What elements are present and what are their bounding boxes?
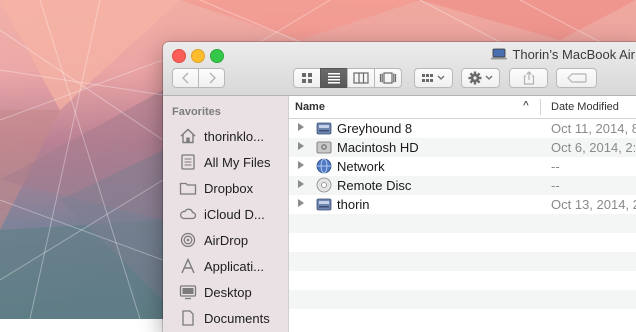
file-rows: Greyhound 8 Oct 11, 2014, 8 Macintosh HD… <box>289 119 636 309</box>
file-name: Macintosh HD <box>337 140 419 155</box>
name-column-header[interactable]: Name <box>295 101 325 113</box>
disclosure-triangle-icon[interactable] <box>298 161 304 169</box>
back-button[interactable] <box>172 68 199 88</box>
columns-icon <box>353 72 369 84</box>
table-row[interactable]: Macintosh HD Oct 6, 2014, 2: <box>289 138 636 157</box>
arrange-button[interactable] <box>414 68 453 88</box>
file-list: Name ^ Date Modified Greyhound 8 Oct 11,… <box>289 96 636 332</box>
sort-ascending-icon: ^ <box>523 100 529 111</box>
sidebar-item-label: Dropbox <box>204 180 254 196</box>
coverflow-icon <box>379 72 397 84</box>
file-name: thorin <box>337 197 370 212</box>
sidebar-item-label: All My Files <box>204 154 271 170</box>
applications-icon <box>181 258 195 274</box>
column-header: Name ^ Date Modified <box>289 96 636 119</box>
file-name: Greyhound 8 <box>337 121 413 136</box>
action-button[interactable] <box>461 68 500 88</box>
nav-buttons <box>172 68 225 88</box>
sidebar-item-all-my-files[interactable]: All My Files <box>179 152 270 172</box>
forward-button[interactable] <box>198 68 225 88</box>
disc-icon <box>316 177 332 193</box>
sidebar-item-desktop[interactable]: Desktop <box>179 282 252 302</box>
documents-icon <box>182 310 194 326</box>
disclosure-triangle-icon[interactable] <box>298 142 304 150</box>
drive-icon <box>316 198 332 211</box>
sidebar-item-icloud-drive[interactable]: iCloud D... <box>179 204 265 224</box>
date-modified-column-header[interactable]: Date Modified <box>551 101 619 113</box>
laptop-icon <box>491 48 508 60</box>
file-date: -- <box>551 178 560 193</box>
sidebar-item-label: iCloud D... <box>204 206 265 222</box>
icon-view-button[interactable] <box>293 68 321 88</box>
close-button[interactable] <box>172 49 186 63</box>
empty-row <box>289 233 636 252</box>
chevron-right-icon <box>208 72 216 84</box>
list-icon <box>328 73 340 84</box>
sidebar-item-documents[interactable]: Documents <box>179 308 270 328</box>
sidebar-item-airdrop[interactable]: AirDrop <box>179 230 248 250</box>
share-icon <box>523 71 534 85</box>
sidebar: Favorites thorinklo... All My Files Drop… <box>163 96 289 332</box>
network-globe-icon <box>316 158 332 174</box>
empty-row <box>289 290 636 309</box>
tag-button[interactable] <box>556 68 597 88</box>
gear-icon <box>468 71 492 85</box>
window-titlebar: Thorin’s MacBook Air <box>163 42 636 96</box>
tag-icon <box>566 73 587 83</box>
file-name: Remote Disc <box>337 178 412 193</box>
column-divider[interactable] <box>540 99 541 115</box>
file-date: Oct 13, 2014, 2 <box>551 197 636 212</box>
disclosure-triangle-icon[interactable] <box>298 123 304 131</box>
sidebar-item-applications[interactable]: Applicati... <box>179 256 264 276</box>
grid-icon <box>302 73 312 83</box>
sidebar-item-home[interactable]: thorinklo... <box>179 126 264 146</box>
file-date: -- <box>551 159 560 174</box>
cloud-icon <box>180 208 197 220</box>
empty-row <box>289 214 636 233</box>
all-files-icon <box>181 154 195 170</box>
coverflow-view-button[interactable] <box>374 68 402 88</box>
sidebar-header-favorites: Favorites <box>172 106 221 118</box>
window-title: Thorin’s MacBook Air <box>491 45 635 63</box>
sidebar-item-label: Desktop <box>204 284 252 300</box>
file-date: Oct 11, 2014, 8 <box>551 121 636 136</box>
column-view-button[interactable] <box>347 68 375 88</box>
home-icon <box>180 128 196 144</box>
minimize-button[interactable] <box>191 49 205 63</box>
sidebar-item-label: thorinklo... <box>204 128 264 144</box>
desktop-icon <box>179 285 197 300</box>
chevron-left-icon <box>181 72 189 84</box>
empty-row <box>289 252 636 271</box>
zoom-button[interactable] <box>210 49 224 63</box>
arrange-grid-icon <box>421 74 444 82</box>
window-title-text: Thorin’s MacBook Air <box>512 46 635 62</box>
sidebar-item-dropbox[interactable]: Dropbox <box>179 178 253 198</box>
table-row[interactable]: thorin Oct 13, 2014, 2 <box>289 195 636 214</box>
share-button[interactable] <box>509 68 548 88</box>
folder-icon <box>179 182 197 195</box>
table-row[interactable]: Network -- <box>289 157 636 176</box>
sidebar-item-label: AirDrop <box>204 232 249 248</box>
list-view-button[interactable] <box>320 68 348 88</box>
view-mode-control <box>293 68 402 88</box>
empty-row <box>289 271 636 290</box>
file-date: Oct 6, 2014, 2: <box>551 140 636 155</box>
sidebar-item-label: Documents <box>204 310 270 326</box>
airdrop-icon <box>180 232 196 248</box>
disclosure-triangle-icon[interactable] <box>298 180 304 188</box>
drive-icon <box>316 122 332 135</box>
disclosure-triangle-icon[interactable] <box>298 199 304 207</box>
table-row[interactable]: Greyhound 8 Oct 11, 2014, 8 <box>289 119 636 138</box>
finder-window: Thorin’s MacBook Air Favorites thorinklo… <box>163 42 636 332</box>
file-name: Network <box>337 159 385 174</box>
sidebar-item-label: Applicati... <box>204 258 264 274</box>
table-row[interactable]: Remote Disc -- <box>289 176 636 195</box>
hard-disk-icon <box>316 141 332 154</box>
